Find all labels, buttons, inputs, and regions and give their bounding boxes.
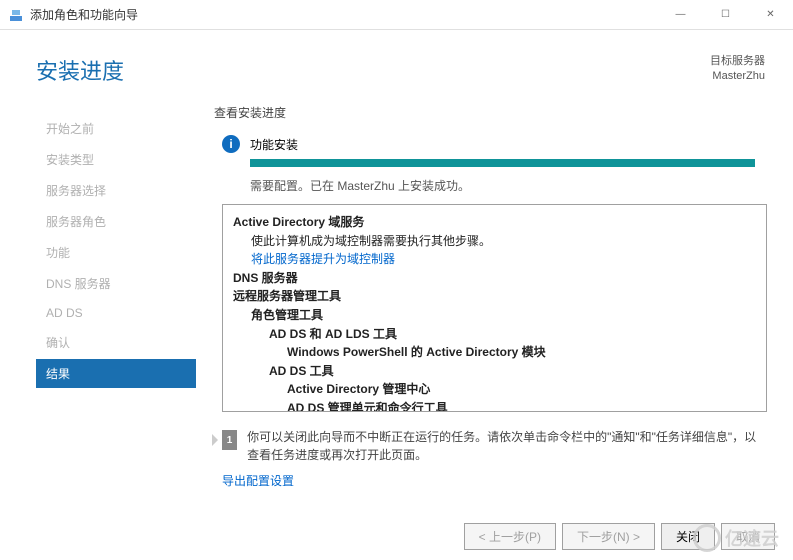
- export-config-link[interactable]: 导出配置设置: [222, 472, 767, 489]
- app-icon: [8, 7, 24, 23]
- sidebar-item-results: 结果: [36, 359, 196, 388]
- wizard-sidebar: 开始之前 安装类型 服务器选择 服务器角色 功能 DNS 服务器 AD DS 确…: [36, 96, 196, 489]
- sidebar-item-dns: DNS 服务器: [36, 269, 196, 298]
- install-label: 功能安装: [250, 136, 298, 153]
- sidebar-item-before-begin: 开始之前: [36, 114, 196, 143]
- sidebar-item-label: DNS 服务器: [46, 277, 111, 291]
- sidebar-item-server-roles: 服务器角色: [36, 207, 196, 236]
- footer-buttons: < 上一步(P) 下一步(N) > 关闭 取消: [464, 523, 775, 550]
- detail-powershell-module: Windows PowerShell 的 Active Directory 模块: [233, 343, 756, 362]
- sidebar-item-install-type: 安装类型: [36, 145, 196, 174]
- view-progress-label: 查看安装进度: [214, 104, 767, 121]
- minimize-button[interactable]: —: [658, 0, 703, 30]
- sidebar-item-label: 服务器选择: [46, 184, 106, 198]
- sidebar-item-label: AD DS: [46, 306, 83, 320]
- detail-adds-title: Active Directory 域服务: [233, 213, 756, 232]
- sidebar-item-adds: AD DS: [36, 300, 196, 326]
- titlebar: 添加角色和功能向导 — ☐ ✕: [0, 0, 793, 30]
- window-title: 添加角色和功能向导: [30, 6, 658, 23]
- status-text: 需要配置。已在 MasterZhu 上安装成功。: [250, 177, 767, 194]
- close-window-button[interactable]: ✕: [748, 0, 793, 30]
- close-button[interactable]: 关闭: [661, 523, 715, 550]
- detail-adds-tools: AD DS 工具: [233, 362, 756, 381]
- progress-bar: [250, 159, 755, 167]
- detail-rsat-title: 远程服务器管理工具: [233, 287, 756, 306]
- target-server-value: MasterZhu: [710, 69, 765, 84]
- sidebar-item-label: 服务器角色: [46, 215, 106, 229]
- target-server-label: 目标服务器: [710, 54, 765, 69]
- detail-role-tools: 角色管理工具: [233, 306, 756, 325]
- sidebar-item-confirm: 确认: [36, 328, 196, 357]
- main-content: 查看安装进度 i 功能安装 需要配置。已在 MasterZhu 上安装成功。 A…: [196, 96, 777, 489]
- note-area: 1 你可以关闭此向导而不中断正在运行的任务。请依次单击命令栏中的"通知"和"任务…: [222, 428, 767, 464]
- header: 安装进度 目标服务器 MasterZhu: [0, 30, 793, 96]
- sidebar-item-label: 安装类型: [46, 153, 94, 167]
- maximize-button[interactable]: ☐: [703, 0, 748, 30]
- install-status-row: i 功能安装: [214, 135, 767, 153]
- window-controls: — ☐ ✕: [658, 0, 793, 30]
- detail-adds-lds-tools: AD DS 和 AD LDS 工具: [233, 325, 756, 344]
- note-text: 你可以关闭此向导而不中断正在运行的任务。请依次单击命令栏中的"通知"和"任务详细…: [247, 428, 767, 464]
- cancel-button: 取消: [721, 523, 775, 550]
- sidebar-item-label: 功能: [46, 246, 70, 260]
- sidebar-item-label: 确认: [46, 336, 70, 350]
- detail-ad-admin-center: Active Directory 管理中心: [233, 380, 756, 399]
- sidebar-item-label: 结果: [46, 367, 70, 381]
- next-button: 下一步(N) >: [562, 523, 655, 550]
- sidebar-item-features: 功能: [36, 238, 196, 267]
- sidebar-item-label: 开始之前: [46, 122, 94, 136]
- target-server-block: 目标服务器 MasterZhu: [710, 54, 765, 85]
- details-box[interactable]: Active Directory 域服务 使此计算机成为域控制器需要执行其他步骤…: [222, 204, 767, 412]
- page-title: 安装进度: [36, 54, 124, 86]
- detail-dns-title: DNS 服务器: [233, 269, 756, 288]
- info-icon: i: [222, 135, 240, 153]
- detail-adds-snapins: AD DS 管理单元和命令行工具: [233, 399, 756, 412]
- sidebar-item-server-select: 服务器选择: [36, 176, 196, 205]
- flag-icon: 1: [222, 430, 237, 450]
- promote-dc-link[interactable]: 将此服务器提升为域控制器: [233, 250, 756, 269]
- detail-adds-desc: 使此计算机成为域控制器需要执行其他步骤。: [233, 232, 756, 251]
- prev-button: < 上一步(P): [464, 523, 556, 550]
